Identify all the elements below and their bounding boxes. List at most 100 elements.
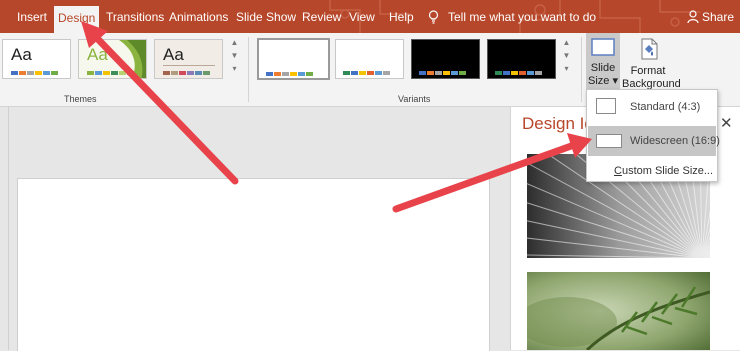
format-background-label-line1: Format [630,65,666,77]
slide-size-label-line2: Size ▾ [588,75,618,87]
theme-sample-text: Aa [11,45,32,64]
format-background-icon [641,38,658,60]
variant-thumbnail-3[interactable] [411,39,480,79]
tab-slide-show[interactable]: Slide Show [236,7,296,27]
ribbon-tab-bar: Insert Design Transitions Animations Sli… [0,0,740,33]
widescreen-option-label: Widescreen (16:9) [630,135,720,147]
person-icon [687,10,699,24]
color-swatch [351,71,358,75]
slide-size-button[interactable]: Slide Size ▾ [586,33,620,91]
close-icon[interactable]: ✕ [720,114,733,132]
variants-group-label: Variants [398,94,431,104]
slide-size-label-line1: Slide [590,62,616,74]
color-swatch [383,71,390,75]
color-swatch [527,71,534,75]
tab-transitions[interactable]: Transitions [106,7,164,27]
slide-size-icon [591,38,615,56]
color-swatch [306,72,313,76]
color-swatch [282,72,289,76]
tab-insert[interactable]: Insert [17,7,47,27]
theme-thumbnail-green[interactable]: Aa [78,39,147,79]
themes-gallery-scroll: ▲ ▼ ▾ [229,36,240,75]
gallery-scroll-down-icon[interactable]: ▼ [229,49,240,62]
color-swatch [290,72,297,76]
standard-4-3-option[interactable]: Standard (4:3) [588,93,716,123]
tab-design[interactable]: Design [54,6,100,33]
color-swatch [187,71,194,75]
color-swatch [451,71,458,75]
lightbulb-icon [428,10,439,24]
slide-size-dropdown: Standard (4:3) Widescreen (16:9) Custom … [586,89,720,182]
gallery-more-icon[interactable]: ▾ [229,62,240,75]
gallery-more-icon[interactable]: ▾ [561,62,572,75]
color-swatch [43,71,50,75]
theme-color-swatches [87,71,134,75]
color-swatch [111,71,118,75]
color-swatch [51,71,58,75]
color-swatch [87,71,94,75]
variant-color-swatches [343,71,390,75]
color-swatch [535,71,542,75]
color-swatch [503,71,510,75]
tell-me-text: Tell me what you want to do [448,10,597,24]
custom-slide-size-option[interactable]: Custom Slide Size... [614,165,713,177]
variant-thumbnail-2[interactable] [335,39,404,79]
color-swatch [495,71,502,75]
color-swatch [511,71,518,75]
standard-option-label: Standard (4:3) [630,101,701,113]
color-swatch [367,71,374,75]
color-swatch [203,71,210,75]
themes-group-label: Themes [64,94,97,104]
variant-color-swatches [419,71,466,75]
color-swatch [343,71,350,75]
color-swatch [171,71,178,75]
slide-canvas[interactable] [17,178,490,351]
color-swatch [19,71,26,75]
color-swatch [427,71,434,75]
color-swatch [443,71,450,75]
gallery-scroll-up-icon[interactable]: ▲ [561,36,572,49]
green-foliage-image [527,272,710,350]
group-divider [581,37,582,102]
tab-view[interactable]: View [349,7,375,27]
theme-thumbnail-office[interactable]: Aa [2,39,71,79]
design-idea-green-foliage[interactable] [527,272,710,350]
color-swatch [119,71,126,75]
group-divider [248,37,249,102]
color-swatch [35,71,42,75]
standard-ratio-icon [596,98,616,114]
color-swatch [266,72,273,76]
theme-sample-text: Aa [87,45,108,64]
color-swatch [419,71,426,75]
gallery-scroll-up-icon[interactable]: ▲ [229,36,240,49]
variant-thumbnail-4[interactable] [487,39,556,79]
tab-animations[interactable]: Animations [169,7,228,27]
format-background-button[interactable]: Format Background [622,35,681,91]
share-label: Share [702,10,735,24]
thumbnail-pane-edge [8,107,9,350]
color-swatch [298,72,305,76]
color-swatch [274,72,281,76]
theme-color-swatches [11,71,58,75]
color-swatch [519,71,526,75]
theme-thumbnail-neutral[interactable]: Aa [154,39,223,79]
color-swatch [375,71,382,75]
color-swatch [27,71,34,75]
widescreen-16-9-option[interactable]: Widescreen (16:9) [588,126,720,156]
variants-gallery-scroll: ▲ ▼ ▾ [561,36,572,75]
variant-color-swatches [495,71,542,75]
color-swatch [359,71,366,75]
gallery-scroll-down-icon[interactable]: ▼ [561,49,572,62]
color-swatch [127,71,134,75]
tab-review[interactable]: Review [302,7,341,27]
variant-thumbnail-1[interactable] [257,38,330,80]
variant-color-swatches [266,72,313,76]
color-swatch [195,71,202,75]
color-swatch [459,71,466,75]
widescreen-ratio-icon [596,134,622,148]
tab-help[interactable]: Help [389,7,414,27]
color-swatch [103,71,110,75]
color-swatch [163,71,170,75]
theme-sample-text: Aa [163,45,184,64]
color-swatch [11,71,18,75]
